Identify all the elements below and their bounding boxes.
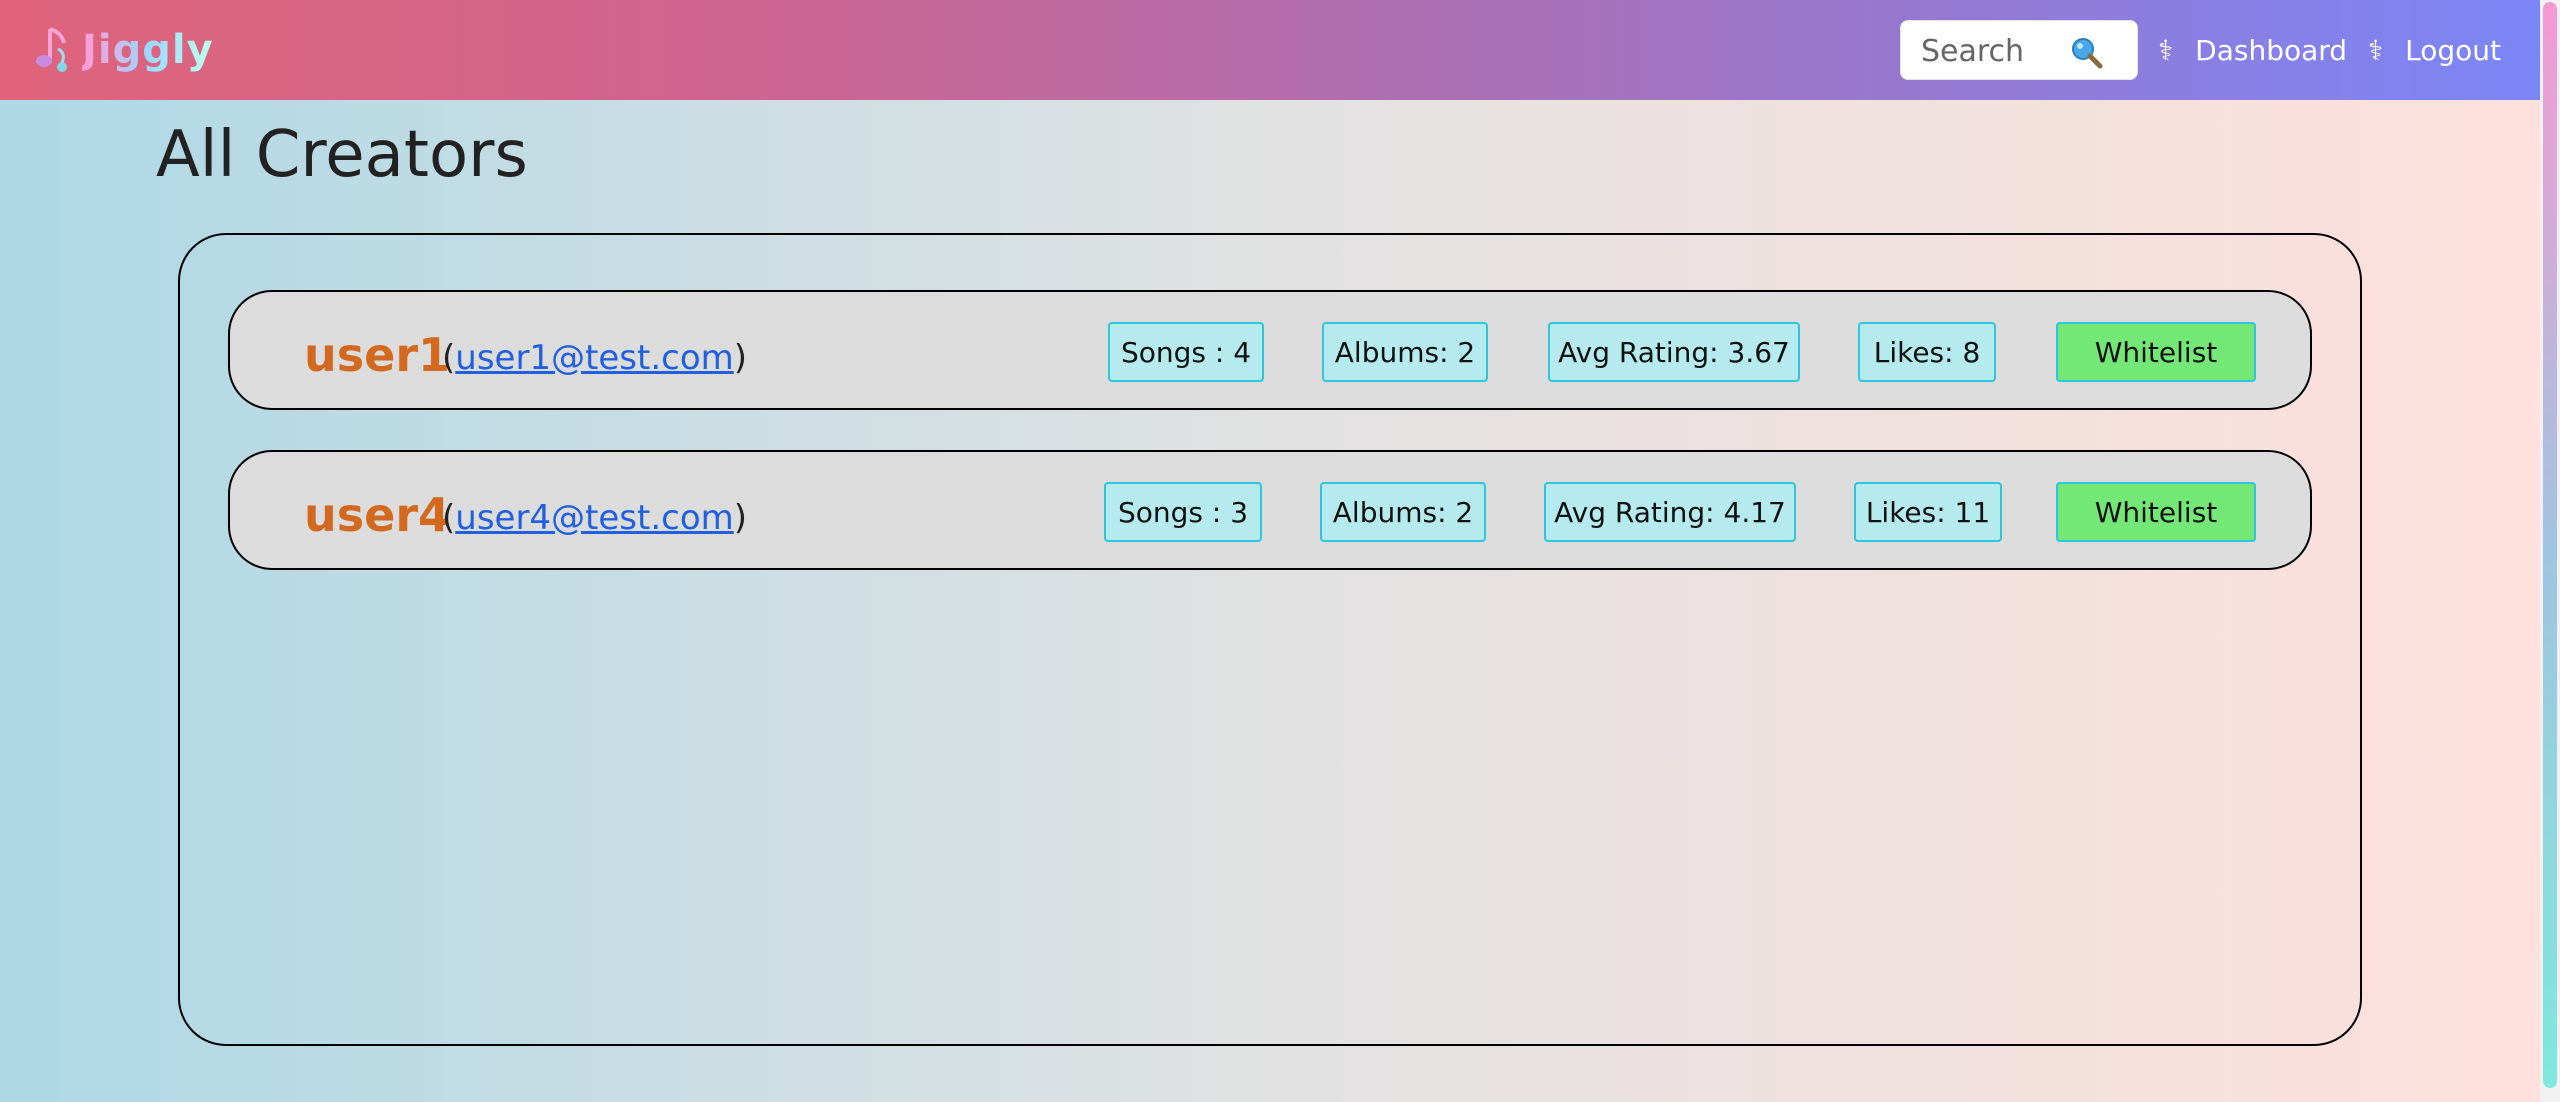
nav-logout-link[interactable]: ⚕ Logout (2368, 28, 2501, 72)
creator-email-link[interactable]: user4@test.com (455, 498, 734, 538)
vertical-scrollbar[interactable] (2540, 0, 2560, 1102)
nav-dashboard-link[interactable]: ⚕ Dashboard (2158, 28, 2347, 72)
albums-count: Albums: 2 (1322, 322, 1488, 382)
nav-dashboard-label: Dashboard (2195, 33, 2348, 67)
songs-count: Songs : 3 (1104, 482, 1262, 542)
songs-count: Songs : 4 (1108, 322, 1264, 382)
close-paren: ) (733, 338, 748, 378)
magnifier-icon[interactable] (2069, 35, 2103, 69)
brand[interactable]: Jiggly (32, 22, 214, 78)
creator-name: user4 (304, 488, 451, 542)
page-title: All Creators (156, 118, 528, 192)
creator-email-link[interactable]: user1@test.com (455, 338, 734, 378)
avg-rating: Avg Rating: 4.17 (1544, 482, 1796, 542)
likes-count: Likes: 8 (1858, 322, 1996, 382)
creator-email-wrap: (user1@test.com) (442, 338, 747, 378)
top-navbar: Jiggly ⚕ Dashboard ⚕ Logout (0, 0, 2540, 100)
whitelist-button[interactable]: Whitelist (2056, 322, 2256, 382)
creator-name: user1 (304, 328, 451, 382)
avg-rating: Avg Rating: 3.67 (1548, 322, 1800, 382)
caduceus-icon: ⚕ (2158, 33, 2174, 67)
caduceus-icon: ⚕ (2368, 33, 2384, 67)
scrollbar-thumb[interactable] (2543, 2, 2557, 1088)
close-paren: ) (733, 498, 748, 538)
likes-count: Likes: 11 (1854, 482, 2002, 542)
nav-logout-label: Logout (2405, 33, 2502, 67)
creator-email-wrap: (user4@test.com) (442, 498, 747, 538)
brand-name: Jiggly (82, 27, 214, 73)
albums-count: Albums: 2 (1320, 482, 1486, 542)
open-paren: ( (442, 338, 456, 378)
search-input[interactable] (1919, 30, 2073, 72)
creator-card: user4 (user4@test.com) Songs : 3 Albums:… (228, 450, 2312, 570)
creator-card: user1 (user1@test.com) Songs : 4 Albums:… (228, 290, 2312, 410)
music-note-icon (36, 27, 67, 72)
search-box (1900, 20, 2138, 80)
whitelist-button[interactable]: Whitelist (2056, 482, 2256, 542)
open-paren: ( (442, 498, 456, 538)
